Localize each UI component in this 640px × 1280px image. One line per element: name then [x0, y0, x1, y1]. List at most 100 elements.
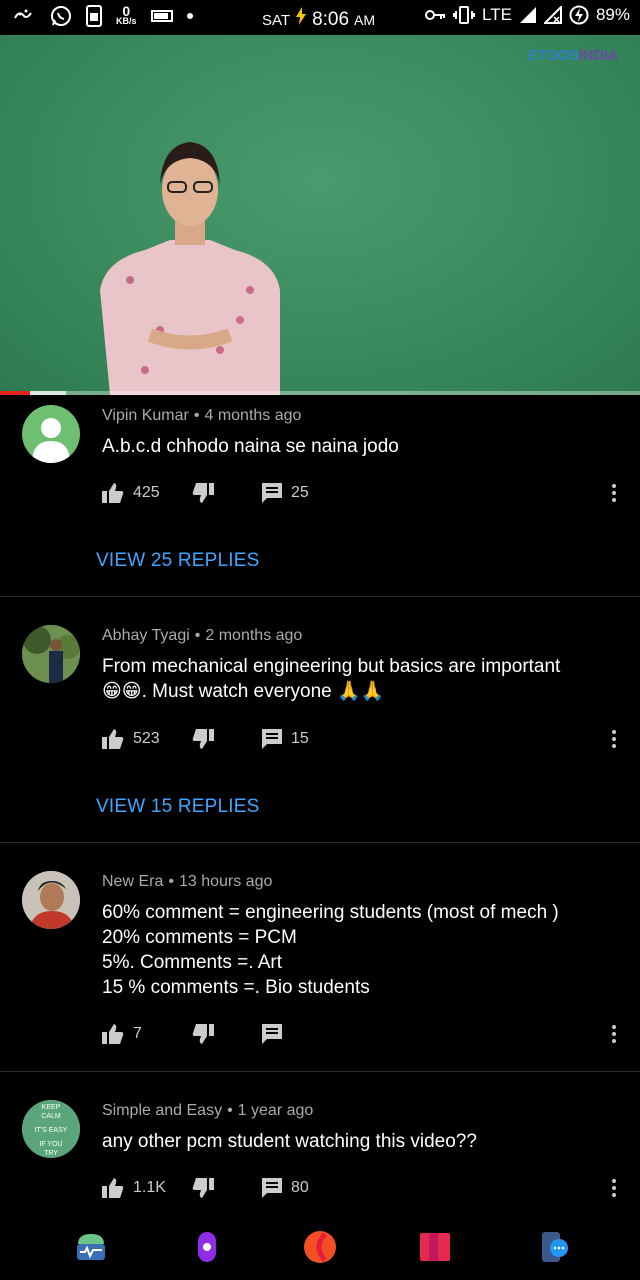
comment-meta: New Era • 13 hours ago — [102, 873, 273, 890]
reply-count: 80 — [291, 1179, 309, 1196]
avatar[interactable]: KEEP CALM IT'S EASY IF YOU TRY — [22, 1100, 80, 1158]
watermark-part2: INDIA — [578, 47, 619, 64]
vpn-key-icon — [425, 10, 446, 20]
video-progress-bar[interactable] — [0, 391, 640, 395]
notification-app-icon — [14, 9, 32, 19]
comment-actions: 523 15 — [102, 727, 342, 751]
channel-watermark: ETOOSINDIA — [528, 47, 618, 64]
comment-author[interactable]: Simple and Easy — [102, 1102, 222, 1119]
dislike-button[interactable] — [192, 1024, 262, 1044]
comment-divider — [0, 842, 640, 843]
comment-text: A.b.c.d chhodo naina se naina jodo — [102, 436, 399, 457]
comment-meta: Abhay Tyagi • 2 months ago — [102, 627, 303, 644]
more-options-icon[interactable] — [610, 727, 618, 751]
dislike-button[interactable] — [192, 483, 262, 503]
app-dock — [0, 1215, 640, 1280]
thumbs-up-icon — [102, 483, 124, 503]
dislike-button[interactable] — [192, 1178, 262, 1198]
network-type: LTE — [482, 5, 512, 24]
comment-actions: 7 — [102, 1022, 342, 1046]
like-button[interactable]: 7 — [102, 1024, 192, 1044]
avatar-text-line: CALM — [41, 1113, 61, 1120]
comment-divider — [0, 596, 640, 597]
like-count: 425 — [133, 484, 160, 501]
comment-actions: 1.1K 80 — [102, 1176, 342, 1200]
sim-card-icon — [86, 5, 102, 27]
comment-time: 4 months ago — [204, 407, 302, 424]
user-photo-avatar — [22, 625, 80, 683]
reply-count: 15 — [291, 730, 309, 747]
like-count: 1.1K — [133, 1179, 166, 1196]
video-player[interactable]: ETOOSINDIA — [0, 35, 640, 395]
keep-calm-avatar: KEEP CALM IT'S EASY IF YOU TRY — [22, 1100, 80, 1158]
avatar-text-line: KEEP — [42, 1104, 61, 1111]
comment-actions: 425 25 — [102, 481, 342, 505]
comment-text: 60% comment = engineering students (most… — [102, 902, 559, 998]
status-day: SAT — [262, 12, 291, 29]
comment-time: 13 hours ago — [178, 873, 273, 890]
net-speed: 0 KB/s — [116, 3, 137, 26]
like-button[interactable]: 1.1K — [102, 1178, 192, 1198]
cards-app-icon[interactable] — [418, 1230, 452, 1264]
avatar[interactable] — [22, 871, 80, 929]
thumbs-up-icon — [102, 1178, 124, 1198]
status-ampm: AM — [354, 12, 376, 28]
comment-author[interactable]: Vipin Kumar — [102, 407, 189, 424]
comment-author[interactable]: New Era — [102, 873, 163, 890]
reply-comment-icon — [262, 729, 282, 749]
watermark-part1: ETOOS — [527, 47, 579, 64]
reply-comment-icon — [262, 1024, 282, 1044]
thumbs-up-icon — [102, 1024, 124, 1044]
user-photo-avatar — [22, 871, 80, 929]
comment-author[interactable]: Abhay Tyagi — [102, 627, 190, 644]
orange-circle-app-icon[interactable] — [303, 1230, 337, 1264]
video-buffered — [30, 391, 66, 395]
screen-recorder-icon[interactable] — [190, 1230, 224, 1264]
comment-text: any other pcm student watching this vide… — [102, 1131, 477, 1152]
whatsapp-icon — [51, 6, 71, 26]
reply-button[interactable]: 80 — [262, 1178, 342, 1198]
vibrate-icon — [453, 6, 476, 24]
android-monitor-icon[interactable] — [74, 1230, 108, 1264]
avatar-text-line: IT'S EASY — [35, 1127, 68, 1134]
thumbs-down-icon — [192, 483, 214, 503]
signal-no-service-icon — [543, 6, 562, 24]
status-time: 8:06 — [312, 9, 350, 30]
reply-button[interactable]: 15 — [262, 729, 342, 749]
like-button[interactable]: 523 — [102, 729, 192, 749]
thumbs-up-icon — [102, 729, 124, 749]
presenter-image — [100, 142, 280, 395]
battery-saver-icon — [150, 10, 173, 22]
charging-bolt-icon — [296, 7, 307, 25]
more-options-icon[interactable] — [610, 1022, 618, 1046]
video-played — [0, 391, 31, 395]
like-button[interactable]: 425 — [102, 483, 192, 503]
like-count: 523 — [133, 730, 160, 747]
comment-meta: Simple and Easy • 1 year ago — [102, 1102, 314, 1119]
avatar-text-line: TRY — [44, 1150, 58, 1157]
reply-comment-icon — [262, 1178, 282, 1198]
comment-divider — [0, 1071, 640, 1072]
reply-button[interactable] — [262, 1024, 342, 1044]
more-options-icon[interactable] — [610, 481, 618, 505]
thumbs-down-icon — [192, 729, 214, 749]
reply-button[interactable]: 25 — [262, 483, 342, 503]
more-options-icon[interactable] — [610, 1176, 618, 1200]
reply-count: 25 — [291, 484, 309, 501]
avatar[interactable] — [22, 625, 80, 683]
comment-time: 1 year ago — [237, 1102, 314, 1119]
comment-meta: Vipin Kumar • 4 months ago — [102, 407, 302, 424]
net-speed-unit: KB/s — [116, 16, 137, 26]
thumbs-down-icon — [192, 1178, 214, 1198]
thumbs-down-icon — [192, 1024, 214, 1044]
chat-phone-icon[interactable] — [538, 1230, 572, 1264]
net-speed-value: 0 — [122, 3, 131, 19]
battery-charging-icon — [569, 5, 589, 25]
dislike-button[interactable] — [192, 729, 262, 749]
default-avatar-icon — [32, 418, 70, 463]
view-replies-link[interactable]: VIEW 15 REPLIES — [96, 796, 260, 818]
view-replies-link[interactable]: VIEW 25 REPLIES — [96, 550, 260, 572]
comment-time: 2 months ago — [205, 627, 303, 644]
reply-comment-icon — [262, 483, 282, 503]
avatar[interactable] — [22, 405, 80, 463]
